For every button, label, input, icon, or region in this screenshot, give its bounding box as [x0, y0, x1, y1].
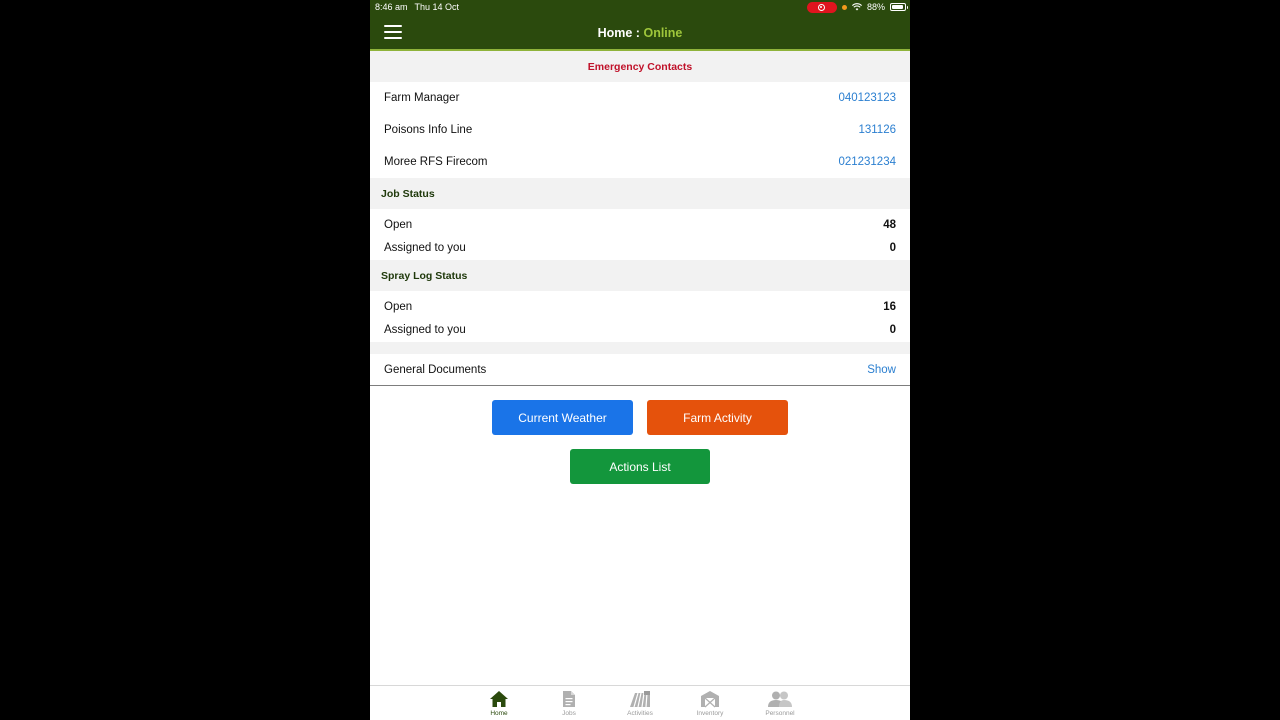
actions-list-button[interactable]: Actions List [570, 449, 710, 484]
tab-activities-label: Activities [627, 710, 653, 717]
spray-assigned-row[interactable]: Assigned to you 0 [370, 319, 910, 343]
home-icon [490, 691, 508, 707]
tab-jobs[interactable]: Jobs [539, 690, 599, 717]
contact-phone-link[interactable]: 040123123 [838, 92, 896, 104]
tab-home-label: Home [490, 710, 508, 717]
field-icon [630, 691, 650, 708]
screen-recording-icon [806, 1, 837, 13]
connection-status: Online [643, 26, 683, 40]
emergency-contacts-title: Emergency Contacts [587, 60, 693, 73]
tab-jobs-label: Jobs [562, 710, 576, 717]
status-bar-right: 88% [806, 1, 908, 13]
contact-row-moree-rfs[interactable]: Moree RFS Firecom 021231234 [370, 146, 910, 178]
farm-activity-button[interactable]: Farm Activity [647, 400, 788, 435]
job-assigned-count: 0 [889, 242, 896, 255]
contact-row-poisons-info[interactable]: Poisons Info Line 131126 [370, 114, 910, 146]
shed-icon [701, 691, 719, 708]
tab-personnel-label: Personnel [765, 710, 795, 717]
bottom-tab-bar: Home Jobs Activities Inventory Personnel [370, 685, 910, 720]
spray-log-status-title: Spray Log Status [381, 269, 468, 282]
contact-name: Farm Manager [384, 92, 460, 104]
emergency-contacts-header: Emergency Contacts [370, 51, 910, 82]
divider [370, 385, 910, 386]
tab-personnel[interactable]: Personnel [750, 690, 810, 717]
spray-open-count: 16 [883, 300, 896, 313]
page-title-prefix: Home : [597, 26, 640, 40]
app-header: 8:46 am Thu 14 Oct 88% Home : Online [370, 0, 910, 51]
job-open-count: 48 [883, 218, 896, 231]
spray-open-row[interactable]: Open 16 [370, 295, 910, 319]
job-open-label: Open [384, 218, 413, 231]
tab-inventory-label: Inventory [696, 710, 724, 717]
spray-assigned-label: Assigned to you [384, 324, 466, 337]
battery-icon [890, 3, 908, 11]
section-spacer [370, 342, 910, 354]
spray-open-label: Open [384, 300, 413, 313]
tab-inventory[interactable]: Inventory [680, 690, 740, 717]
job-status-title: Job Status [381, 187, 435, 200]
status-date: Thu 14 Oct [414, 2, 460, 12]
job-status-header: Job Status [370, 178, 910, 209]
tab-home[interactable]: Home [469, 690, 529, 717]
contact-phone-link[interactable]: 131126 [858, 124, 896, 136]
general-documents-row[interactable]: General Documents Show [370, 354, 910, 385]
spray-assigned-count: 0 [889, 324, 896, 337]
page-title: Home : Online [370, 26, 910, 40]
people-icon [768, 691, 792, 707]
battery-percent: 88% [866, 2, 885, 12]
status-bar-left: 8:46 am Thu 14 Oct [375, 2, 459, 12]
job-assigned-row[interactable]: Assigned to you 0 [370, 237, 910, 261]
wifi-icon [851, 3, 862, 11]
general-documents-label: General Documents [384, 363, 487, 376]
contact-name: Moree RFS Firecom [384, 156, 488, 168]
general-documents-show-link[interactable]: Show [867, 364, 896, 376]
current-weather-button[interactable]: Current Weather [492, 400, 633, 435]
mic-indicator-icon [841, 4, 847, 10]
contact-row-farm-manager[interactable]: Farm Manager 040123123 [370, 82, 910, 114]
contact-name: Poisons Info Line [384, 124, 473, 136]
contact-phone-link[interactable]: 021231234 [838, 156, 896, 168]
spray-log-status-header: Spray Log Status [370, 260, 910, 291]
job-assigned-label: Assigned to you [384, 242, 466, 255]
status-time: 8:46 am [375, 2, 408, 12]
tab-activities[interactable]: Activities [610, 690, 670, 717]
job-open-row[interactable]: Open 48 [370, 213, 910, 237]
app-screen: 8:46 am Thu 14 Oct 88% Home : Online Eme… [370, 0, 910, 720]
home-content: Emergency Contacts Farm Manager 04012312… [370, 51, 910, 386]
document-icon [563, 691, 575, 707]
